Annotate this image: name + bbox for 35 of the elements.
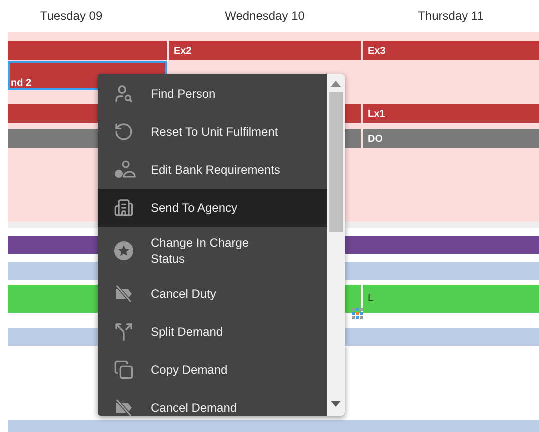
menu-item[interactable]: Cancel Duty [98, 275, 327, 313]
copy-icon [114, 360, 134, 380]
building-person-icon [114, 198, 134, 218]
scrollbar[interactable] [327, 74, 345, 416]
shift-bar[interactable]: L [363, 285, 539, 313]
day-header: Tuesday 09 [40, 8, 103, 25]
menu-item[interactable]: Edit Bank Requirements [98, 151, 327, 189]
scroll-up-icon[interactable] [331, 81, 341, 87]
find-person-icon [114, 84, 134, 104]
day-header: Thursday 11 [418, 8, 484, 25]
cancel-icon [114, 285, 134, 303]
menu-item[interactable]: Change In Charge Status [98, 227, 327, 275]
menu-item[interactable]: Cancel Demand [98, 389, 327, 416]
shift-label: DO [368, 133, 383, 147]
menu-item[interactable]: Send To Agency [98, 189, 327, 227]
shift-label: Ex3 [368, 45, 386, 59]
grid-icon [352, 308, 363, 319]
shift-label: nd 2 [11, 77, 32, 91]
shift-bar[interactable]: DO [363, 129, 539, 148]
star-circle-icon [114, 241, 134, 261]
shift-label: Ex2 [174, 45, 192, 59]
split-icon [114, 322, 134, 342]
reset-icon [114, 122, 134, 142]
menu-item[interactable]: Split Demand [98, 313, 327, 351]
shift-bar[interactable]: Lx1 [363, 104, 539, 123]
shift-label: L [368, 292, 374, 306]
shift-label: Lx1 [368, 108, 386, 122]
shift-bar[interactable]: Ex3 [363, 41, 539, 60]
menu-item[interactable]: Copy Demand [98, 351, 327, 389]
person-icon [114, 160, 136, 180]
scroll-thumb[interactable] [329, 92, 343, 232]
menu-item[interactable]: Reset To Unit Fulfilment [98, 113, 327, 151]
shift-bar[interactable]: Ex2 [169, 41, 361, 60]
scroll-down-icon[interactable] [331, 401, 341, 407]
day-header: Wednesday 10 [225, 8, 305, 25]
